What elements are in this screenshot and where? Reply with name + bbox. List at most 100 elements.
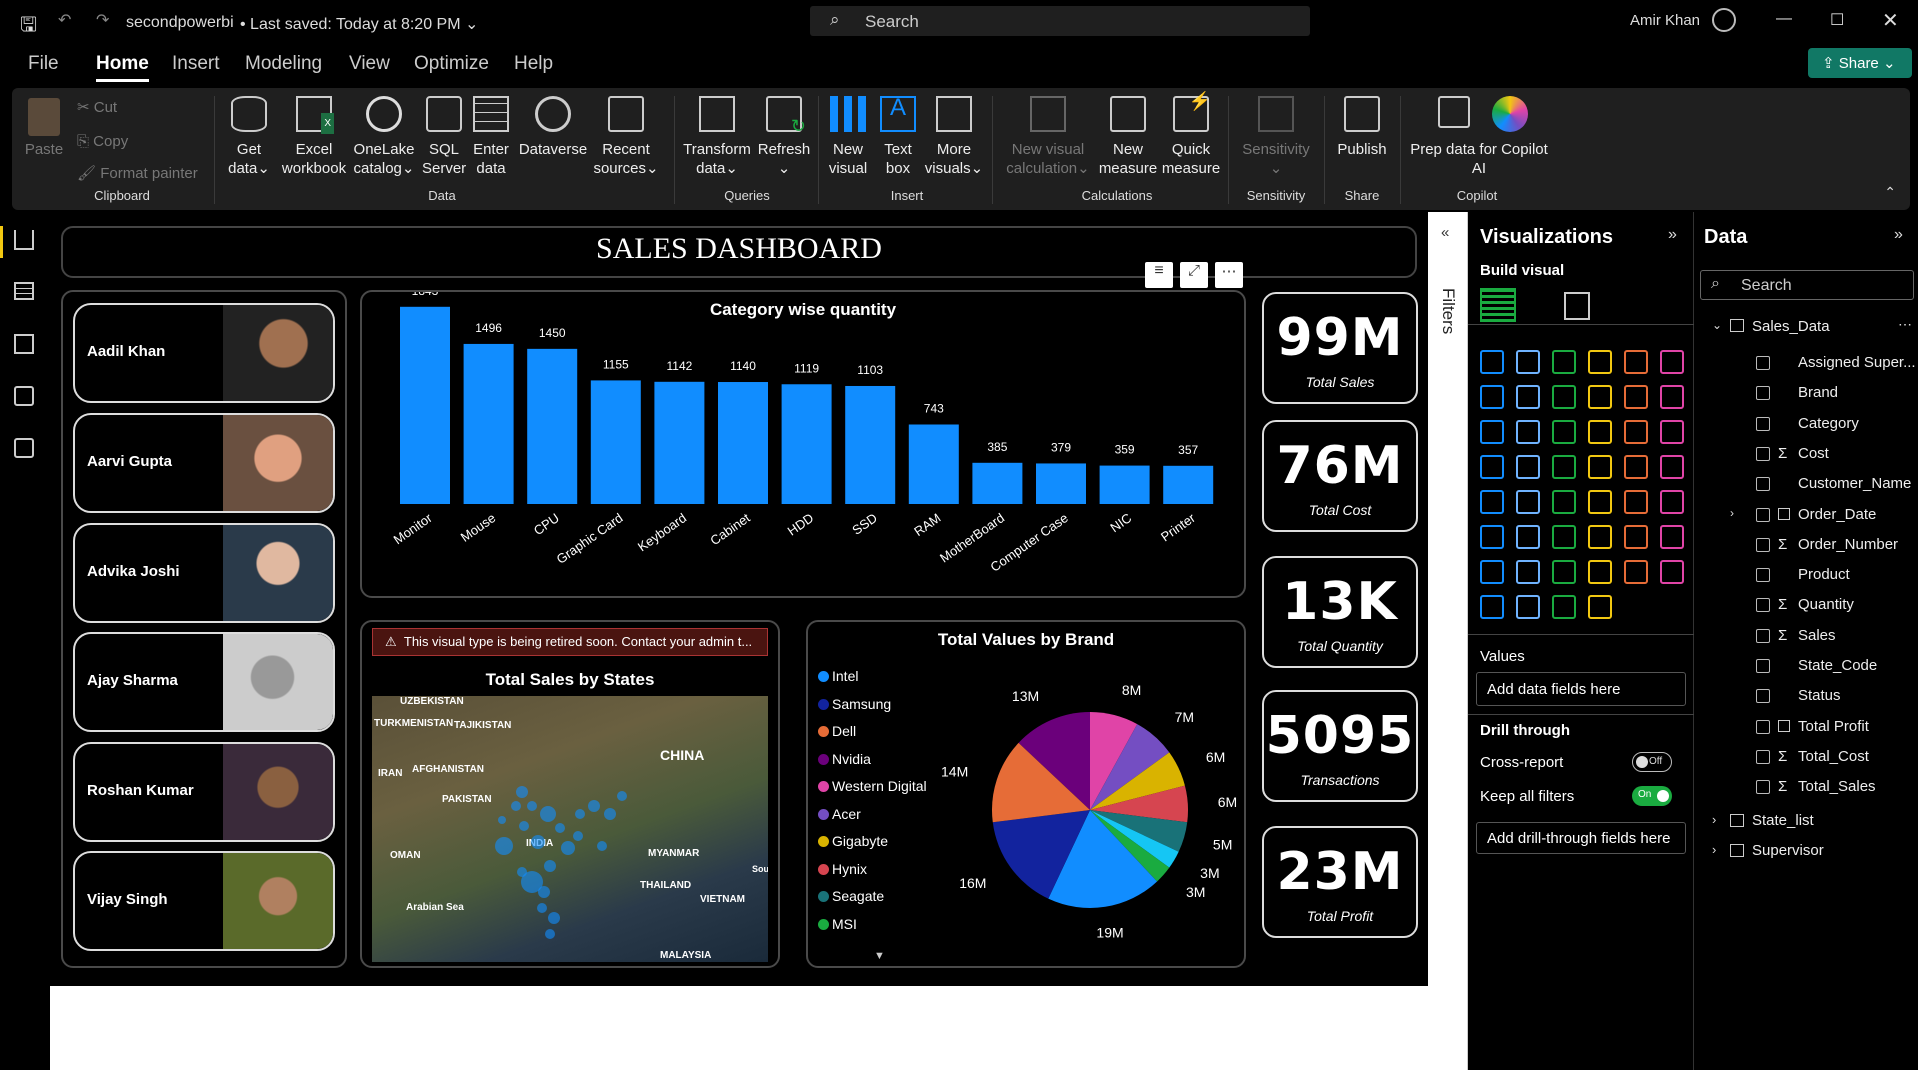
legend-item[interactable]: Gigabyte [818,833,888,849]
map-bubble[interactable] [516,786,528,798]
menu-insert[interactable]: Insert [172,53,220,75]
map-bubble[interactable] [519,821,529,831]
field-item[interactable]: Customer_Name [1798,475,1911,492]
map-bubble[interactable] [575,809,585,819]
field-checkbox[interactable] [1756,507,1770,522]
bar[interactable] [1099,465,1150,504]
category-bar-chart[interactable]: Category wise quantity 1843Monitor1496Mo… [360,290,1246,598]
visual-type-icon[interactable] [1552,420,1576,444]
model-view-icon[interactable] [14,334,34,354]
field-item[interactable]: Total_Sales [1798,778,1876,795]
expand-table-icon[interactable]: › [1712,812,1716,827]
person-card[interactable]: Vijay Singh [73,851,335,951]
visual-type-icon[interactable] [1624,560,1648,584]
expand-table-icon[interactable]: › [1712,842,1716,857]
visual-type-icon[interactable] [1624,455,1648,479]
visual-type-icon[interactable] [1480,385,1504,409]
visual-type-icon[interactable] [1660,350,1684,374]
cross-report-toggle[interactable]: Off [1632,752,1672,772]
visual-type-icon[interactable] [1480,525,1504,549]
visual-type-icon[interactable] [1588,385,1612,409]
legend-item[interactable]: Hynix [818,861,867,877]
bar[interactable] [1163,465,1214,504]
person-card[interactable]: Ajay Sharma [73,632,335,732]
field-item[interactable]: Status [1798,687,1841,704]
bar[interactable] [781,384,832,504]
field-item[interactable]: Quantity [1798,596,1854,613]
field-item[interactable]: Assigned Super... [1798,354,1916,371]
menu-file[interactable]: File [28,53,59,75]
field-item[interactable]: Cost [1798,445,1829,462]
field-checkbox[interactable] [1756,386,1770,401]
visual-type-icon[interactable] [1480,560,1504,584]
visual-type-icon[interactable] [1588,350,1612,374]
visual-type-icon[interactable] [1480,350,1504,374]
legend-item[interactable]: Western Digital [818,778,927,794]
legend-item[interactable]: Dell [818,723,856,739]
expand-filters-icon[interactable]: « [1441,224,1449,241]
map-bubble[interactable] [573,831,583,841]
dax-view-icon[interactable] [14,386,34,406]
field-item[interactable]: Order_Number [1798,536,1898,553]
field-item[interactable]: Category [1798,415,1859,432]
redo-icon[interactable]: ↷ [96,10,109,30]
visual-type-icon[interactable] [1624,420,1648,444]
visual-type-icon[interactable] [1516,595,1540,619]
bar[interactable] [400,306,450,504]
menu-home[interactable]: Home [96,53,149,82]
tmdl-view-icon[interactable] [14,438,34,458]
publish-button[interactable]: Publish [1330,96,1394,186]
enter-data-button[interactable]: Enter data [468,96,514,186]
recent-sources-button[interactable]: Recent sources⌄ [592,96,660,186]
visual-type-icon[interactable] [1660,560,1684,584]
field-checkbox[interactable] [1756,689,1770,704]
kpi-total-cost[interactable]: 76M Total Cost [1262,420,1418,532]
kpi-total-profit[interactable]: 23M Total Profit [1262,826,1418,938]
minimize-icon[interactable]: — [1776,10,1792,28]
collapse-viz-icon[interactable]: » [1668,226,1677,244]
visual-type-icon[interactable] [1480,420,1504,444]
brand-pie-chart[interactable]: Total Values by Brand ▼ [806,620,1246,968]
map-bubble[interactable] [527,801,537,811]
build-visual-tab-icon[interactable] [1480,288,1516,322]
visual-type-icon[interactable] [1588,455,1612,479]
field-checkbox[interactable] [1756,659,1770,673]
map-bubble[interactable] [544,860,556,872]
text-box-button[interactable]: A Text box [876,96,920,186]
visual-type-icon[interactable] [1516,420,1540,444]
person-card[interactable]: Aarvi Gupta [73,413,335,513]
menu-modeling[interactable]: Modeling [245,53,322,75]
field-checkbox[interactable] [1756,780,1770,795]
format-painter-button[interactable]: 🖌 Format painter [77,164,198,183]
visual-type-icon[interactable] [1516,525,1540,549]
filters-pane-collapsed[interactable]: « Filters [1428,212,1468,1070]
visual-type-icon[interactable] [1588,560,1612,584]
table-view-icon[interactable] [14,282,34,300]
visual-type-icon[interactable] [1516,350,1540,374]
visual-type-icon[interactable] [1624,490,1648,514]
visual-type-icon[interactable] [1588,490,1612,514]
collapse-ribbon-icon[interactable]: ⌃ [1884,184,1896,201]
person-card[interactable]: Aadil Khan [73,303,335,403]
map-bubble[interactable] [538,886,550,898]
visual-type-icon[interactable] [1480,595,1504,619]
visual-type-icon[interactable] [1660,525,1684,549]
bar[interactable] [590,380,641,504]
collapse-table-icon[interactable]: ⌄ [1712,318,1722,332]
filter-visual-icon[interactable]: ≡ [1145,262,1173,288]
map-bubble[interactable] [548,912,560,924]
share-button[interactable]: ⇪ Share ⌄ [1808,48,1912,78]
kpi-total-quantity[interactable]: 13K Total Quantity [1262,556,1418,668]
bar[interactable] [845,385,896,504]
field-item[interactable]: State_Code [1798,657,1877,674]
prep-data-copilot-button[interactable]: Prep data for Copilot AI [1406,96,1552,186]
visual-type-icon[interactable] [1624,350,1648,374]
transform-data-button[interactable]: Transform data⌄ [680,96,754,186]
map-bubble[interactable] [495,837,513,855]
bar[interactable] [463,343,514,504]
visual-type-icon[interactable] [1660,455,1684,479]
visual-type-icon[interactable] [1516,385,1540,409]
map-bubble[interactable] [588,800,600,812]
visual-type-icon[interactable] [1588,525,1612,549]
map-bubble[interactable] [537,903,547,913]
